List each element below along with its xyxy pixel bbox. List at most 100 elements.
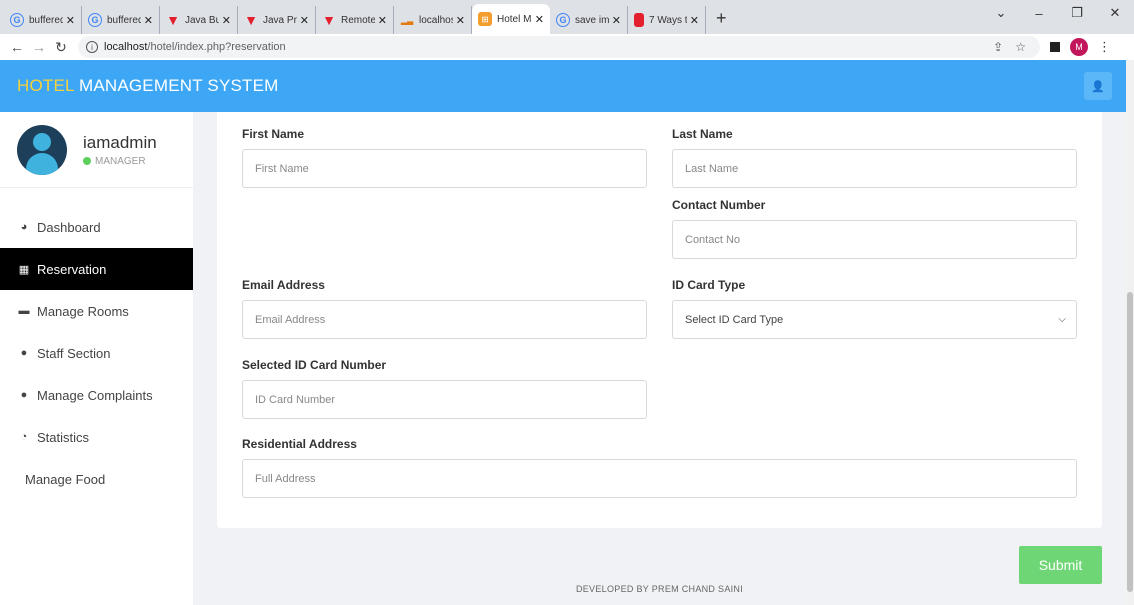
email-input[interactable]: Email Address	[242, 300, 647, 339]
brand-title[interactable]: HOTEL MANAGEMENT SYSTEM	[17, 76, 279, 96]
back-icon[interactable]: ←	[6, 39, 28, 55]
first-name-group: First Name First Name	[242, 127, 647, 188]
id-card-number-input[interactable]: ID Card Number	[242, 380, 647, 419]
comments-icon: ●	[20, 389, 28, 401]
pie-chart-icon: ◔	[20, 431, 28, 443]
sidebar-item-manage-food[interactable]: Manage Food	[0, 458, 193, 500]
google-icon: G	[88, 13, 102, 27]
bed-icon: ▬	[18, 305, 30, 317]
footer-credit: DEVELOPED BY PREM CHAND SAINI	[575, 584, 744, 594]
close-icon[interactable]: ✕	[378, 14, 387, 27]
browser-tab[interactable]: Gsave imag✕	[550, 6, 628, 34]
window-close-icon[interactable]: ✕	[1096, 5, 1134, 21]
vivaldi-icon: ▼	[322, 12, 336, 28]
sidebar-menu: ◕ Dashboard ▦ Reservation ▬ Manage Rooms ● S…	[0, 206, 193, 500]
close-icon[interactable]: ✕	[66, 14, 75, 27]
window-controls: ⌄ – ❐ ✕	[982, 0, 1134, 26]
reservation-form: First Name First Name Last Name Last Nam…	[217, 112, 1102, 528]
email-group: Email Address Email Address	[242, 278, 647, 339]
restore-icon[interactable]: ❐	[1058, 5, 1096, 21]
id-card-type-group: ID Card Type Select ID Card Type ⌵	[672, 278, 1077, 339]
submit-button[interactable]: Submit	[1019, 546, 1102, 584]
vivaldi-icon: ▼	[244, 12, 258, 28]
first-name-label: First Name	[242, 127, 305, 141]
address-bar[interactable]: i localhost/hotel/index.php?reservation …	[78, 36, 1040, 58]
close-icon[interactable]: ✕	[222, 14, 231, 27]
address-label: Residential Address	[242, 437, 357, 451]
tab-search-icon[interactable]: ⌄	[982, 5, 1020, 21]
forward-icon[interactable]: →	[28, 39, 50, 55]
calendar-icon: ▦	[18, 263, 30, 276]
close-icon[interactable]: ✕	[144, 14, 153, 27]
browser-tab[interactable]: 7 Ways to✕	[628, 6, 706, 34]
hotel-icon: ⊞	[478, 12, 492, 26]
chevron-down-icon: ⌵	[1058, 314, 1066, 325]
browser-tab[interactable]: ▼Remote M✕	[316, 6, 394, 34]
sidebar-item-manage-rooms[interactable]: ▬ Manage Rooms	[0, 290, 193, 332]
red-c-icon	[634, 13, 644, 27]
sidebar-item-reservation[interactable]: ▦ Reservation	[0, 248, 193, 290]
email-label: Email Address	[242, 278, 325, 292]
contact-number-label: Contact Number	[672, 198, 766, 212]
app-header: HOTEL MANAGEMENT SYSTEM 👤	[0, 60, 1126, 112]
last-name-input[interactable]: Last Name	[672, 149, 1077, 188]
share-icon[interactable]: ⇪	[993, 40, 1003, 54]
close-icon[interactable]: ✕	[612, 14, 621, 27]
scrollbar-thumb[interactable]	[1127, 292, 1133, 592]
id-card-type-label: ID Card Type	[672, 278, 746, 292]
new-tab-icon[interactable]: +	[716, 8, 727, 29]
role-badge: MANAGER	[83, 156, 157, 167]
browser-tab-strip: Gbufferedw✕ Gbufferedw✕ ▼Java Buffe✕ ▼Ja…	[0, 0, 1134, 34]
close-icon[interactable]: ✕	[690, 14, 699, 27]
minimize-icon[interactable]: –	[1020, 6, 1058, 21]
sidebar-item-manage-complaints[interactable]: ● Manage Complaints	[0, 374, 193, 416]
close-icon[interactable]: ✕	[300, 14, 309, 27]
url-path: /hotel/index.php?reservation	[147, 41, 286, 53]
url-host: localhost	[104, 41, 148, 53]
phpmyadmin-icon: ▂▃	[400, 15, 414, 25]
browser-tab[interactable]: Gbufferedw✕	[4, 6, 82, 34]
last-name-group: Last Name Last Name	[672, 127, 1077, 188]
user-icon: 👤	[1091, 80, 1105, 93]
sidebar-item-statistics[interactable]: ◔ Statistics	[0, 416, 193, 458]
sidebar-item-dashboard[interactable]: ◕ Dashboard	[0, 206, 193, 248]
sidebar: iamadmin MANAGER ◕ Dashboard ▦ Reservation…	[0, 112, 193, 605]
avatar	[17, 124, 67, 175]
main-content: First Name First Name Last Name Last Nam…	[193, 112, 1126, 605]
close-icon[interactable]: ✕	[535, 13, 544, 26]
browser-tab[interactable]: Gbufferedw✕	[82, 6, 160, 34]
contact-number-input[interactable]: Contact No	[672, 220, 1077, 259]
browser-toolbar: ← → ↻ i localhost/hotel/index.php?reserv…	[0, 34, 1134, 60]
users-icon: ●	[20, 347, 28, 359]
username: iamadmin	[83, 132, 157, 152]
address-group: Residential Address Full Address	[242, 437, 1077, 498]
user-profile: iamadmin MANAGER	[0, 112, 193, 188]
menu-kebab-icon[interactable]: ⋮	[1098, 39, 1111, 55]
first-name-input[interactable]: First Name	[242, 149, 647, 188]
contact-group: Contact Number Contact No	[672, 198, 1077, 259]
last-name-label: Last Name	[672, 127, 733, 141]
id-card-number-label: Selected ID Card Number	[242, 358, 387, 372]
browser-tab[interactable]: ▼Java Buffe✕	[160, 6, 238, 34]
page-scrollbar[interactable]	[1126, 60, 1134, 605]
browser-tab-active[interactable]: ⊞Hotel Man✕	[472, 4, 550, 34]
tab-list: Gbufferedw✕ Gbufferedw✕ ▼Java Buffe✕ ▼Ja…	[0, 0, 727, 34]
profile-avatar[interactable]: M	[1070, 38, 1088, 56]
browser-tab[interactable]: ▼Java PrintV✕	[238, 6, 316, 34]
info-icon[interactable]: i	[86, 41, 98, 53]
browser-tab[interactable]: ▂▃localhost /✕	[394, 6, 472, 34]
close-icon[interactable]: ✕	[456, 14, 465, 27]
sidebar-item-staff-section[interactable]: ● Staff Section	[0, 332, 193, 374]
id-number-group: Selected ID Card Number ID Card Number	[242, 358, 647, 419]
address-input[interactable]: Full Address	[242, 459, 1077, 498]
user-menu-button[interactable]: 👤	[1084, 72, 1112, 100]
bookmark-star-icon[interactable]: ☆	[1015, 40, 1026, 54]
online-status-dot	[83, 157, 91, 165]
reload-icon[interactable]: ↻	[50, 39, 72, 56]
google-icon: G	[556, 13, 570, 27]
dashboard-icon: ◕	[20, 221, 28, 233]
side-panel-icon[interactable]	[1050, 42, 1060, 52]
google-icon: G	[10, 13, 24, 27]
id-card-type-select[interactable]: Select ID Card Type ⌵	[672, 300, 1077, 339]
vivaldi-icon: ▼	[166, 12, 180, 28]
